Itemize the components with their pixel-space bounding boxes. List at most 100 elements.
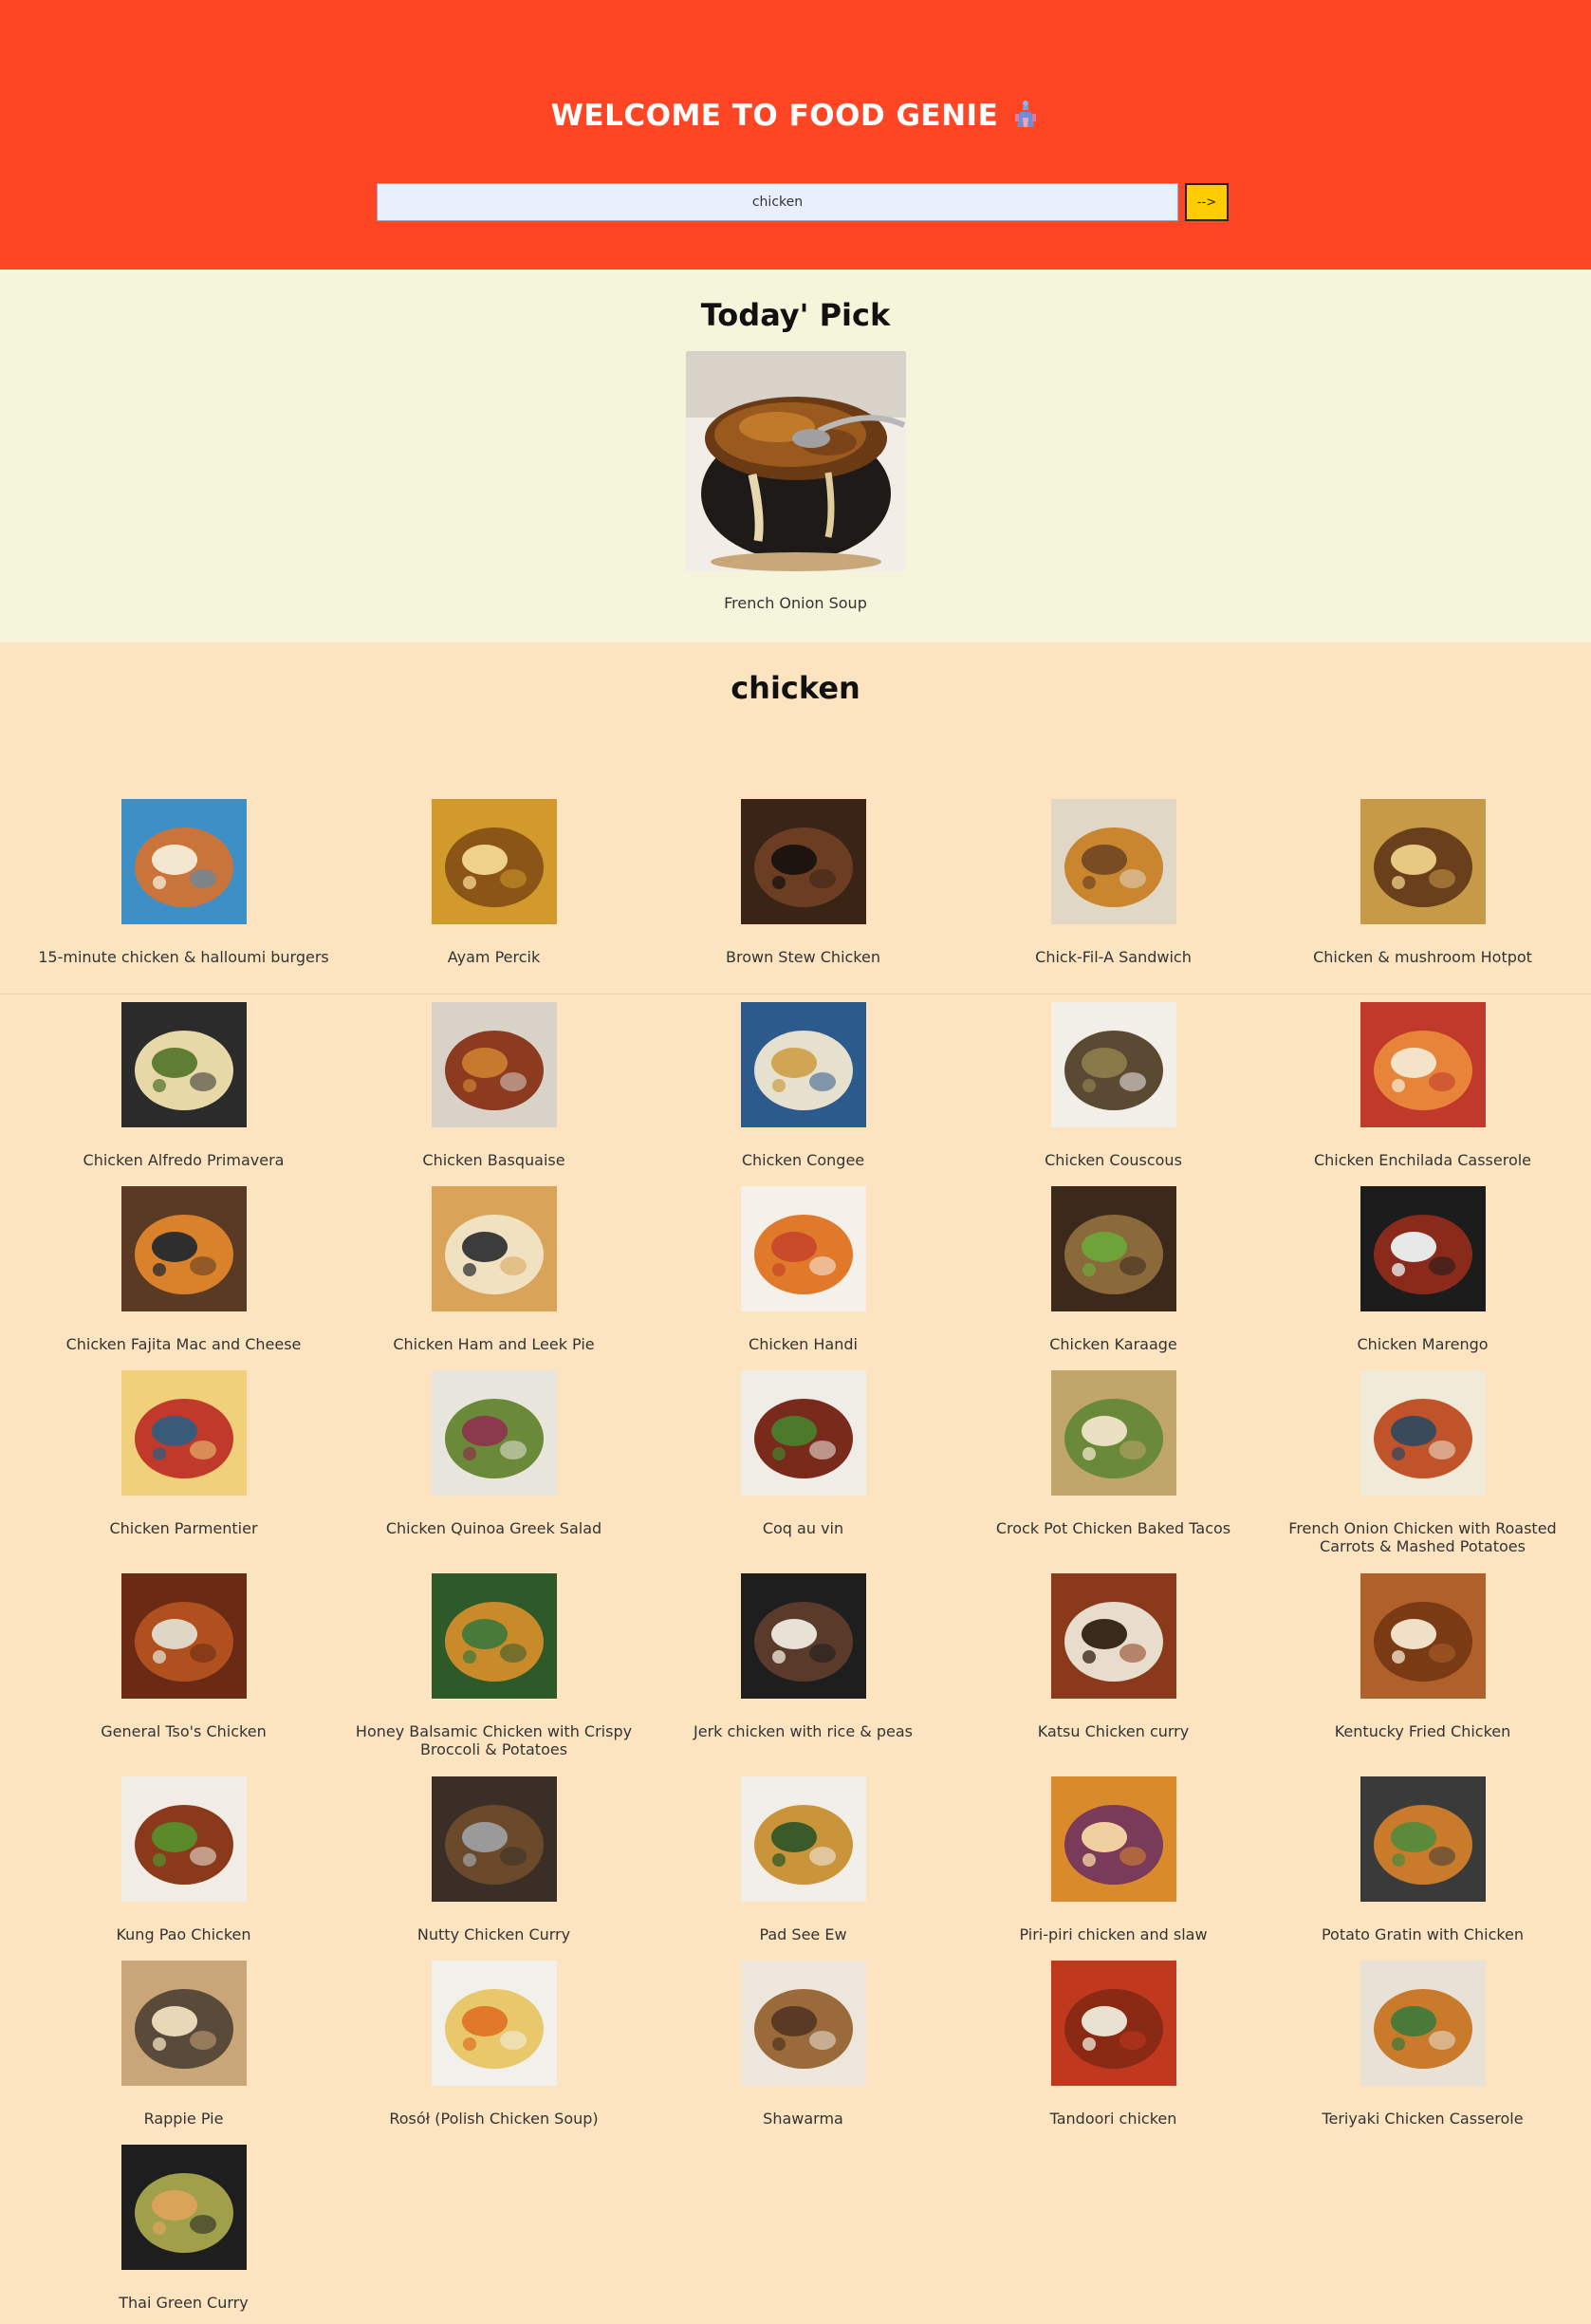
- recipe-name[interactable]: Piri-piri chicken and slaw: [958, 1925, 1268, 1943]
- recipe-image[interactable]: [120, 1961, 247, 2086]
- recipe-name[interactable]: Chicken Karaage: [958, 1335, 1268, 1353]
- recipe-image[interactable]: [740, 1961, 866, 2086]
- recipe-image[interactable]: [1050, 1002, 1176, 1127]
- recipe-image[interactable]: [740, 1573, 866, 1699]
- recipe-image[interactable]: [1360, 1573, 1486, 1699]
- recipe-image[interactable]: [431, 1573, 557, 1699]
- recipe-name[interactable]: Chicken & mushroom Hotpot: [1267, 948, 1578, 966]
- recipe-card[interactable]: Chicken & mushroom Hotpot: [1267, 799, 1578, 966]
- recipe-image[interactable]: [120, 1776, 247, 1902]
- recipe-name[interactable]: French Onion Chicken with Roasted Carrot…: [1267, 1519, 1578, 1555]
- recipe-card[interactable]: Chick-Fil-A Sandwich: [958, 799, 1268, 966]
- recipe-name[interactable]: Ayam Percik: [339, 948, 649, 966]
- todays-pick-image[interactable]: [685, 351, 906, 571]
- recipe-name[interactable]: Kung Pao Chicken: [28, 1925, 339, 1943]
- recipe-card[interactable]: Crock Pot Chicken Baked Tacos: [958, 1370, 1268, 1537]
- recipe-image[interactable]: [431, 1961, 557, 2086]
- recipe-card[interactable]: Chicken Ham and Leek Pie: [339, 1186, 649, 1353]
- recipe-name[interactable]: Thai Green Curry: [28, 2294, 339, 2312]
- recipe-card[interactable]: Nutty Chicken Curry: [339, 1776, 649, 1943]
- recipe-card[interactable]: Chicken Karaage: [958, 1186, 1268, 1353]
- recipe-card[interactable]: Rappie Pie: [28, 1961, 339, 2128]
- recipe-card[interactable]: Chicken Parmentier: [28, 1370, 339, 1537]
- todays-pick-name[interactable]: French Onion Soup: [0, 594, 1591, 612]
- recipe-name[interactable]: Chicken Fajita Mac and Cheese: [28, 1335, 339, 1353]
- recipe-name[interactable]: Chicken Ham and Leek Pie: [339, 1335, 649, 1353]
- recipe-name[interactable]: Rappie Pie: [28, 2110, 339, 2128]
- recipe-image[interactable]: [120, 1186, 247, 1311]
- search-button[interactable]: -->: [1185, 183, 1229, 221]
- recipe-name[interactable]: Chicken Marengo: [1267, 1335, 1578, 1353]
- recipe-name[interactable]: Brown Stew Chicken: [648, 948, 958, 966]
- recipe-image[interactable]: [431, 799, 557, 924]
- recipe-image[interactable]: [1360, 1776, 1486, 1902]
- recipe-card[interactable]: Chicken Congee: [648, 1002, 958, 1169]
- recipe-name[interactable]: Chicken Enchilada Casserole: [1267, 1151, 1578, 1169]
- recipe-image[interactable]: [120, 799, 247, 924]
- recipe-card[interactable]: Chicken Handi: [648, 1186, 958, 1353]
- recipe-name[interactable]: Coq au vin: [648, 1519, 958, 1537]
- recipe-image[interactable]: [740, 1776, 866, 1902]
- recipe-image[interactable]: [431, 1776, 557, 1902]
- recipe-name[interactable]: Chick-Fil-A Sandwich: [958, 948, 1268, 966]
- recipe-card[interactable]: Chicken Fajita Mac and Cheese: [28, 1186, 339, 1353]
- recipe-card[interactable]: Honey Balsamic Chicken with Crispy Brocc…: [339, 1573, 649, 1758]
- recipe-image[interactable]: [740, 1370, 866, 1496]
- recipe-image[interactable]: [1360, 1002, 1486, 1127]
- recipe-image[interactable]: [1360, 1370, 1486, 1496]
- recipe-card[interactable]: Katsu Chicken curry: [958, 1573, 1268, 1740]
- recipe-card[interactable]: 15-minute chicken & halloumi burgers: [28, 799, 339, 966]
- recipe-card[interactable]: Chicken Couscous: [958, 1002, 1268, 1169]
- recipe-image[interactable]: [1360, 1186, 1486, 1311]
- recipe-card[interactable]: Chicken Enchilada Casserole: [1267, 1002, 1578, 1169]
- recipe-card[interactable]: Shawarma: [648, 1961, 958, 2128]
- recipe-image[interactable]: [120, 1370, 247, 1496]
- recipe-card[interactable]: Kung Pao Chicken: [28, 1776, 339, 1943]
- recipe-image[interactable]: [120, 2145, 247, 2270]
- recipe-image[interactable]: [1050, 799, 1176, 924]
- recipe-name[interactable]: Chicken Couscous: [958, 1151, 1268, 1169]
- recipe-card[interactable]: Chicken Quinoa Greek Salad: [339, 1370, 649, 1537]
- recipe-image[interactable]: [1050, 1370, 1176, 1496]
- recipe-card[interactable]: Chicken Marengo: [1267, 1186, 1578, 1353]
- recipe-image[interactable]: [120, 1573, 247, 1699]
- recipe-name[interactable]: Chicken Congee: [648, 1151, 958, 1169]
- recipe-card[interactable]: Thai Green Curry: [28, 2145, 339, 2312]
- recipe-name[interactable]: Chicken Parmentier: [28, 1519, 339, 1537]
- recipe-card[interactable]: Pad See Ew: [648, 1776, 958, 1943]
- recipe-name[interactable]: Kentucky Fried Chicken: [1267, 1722, 1578, 1740]
- recipe-name[interactable]: Honey Balsamic Chicken with Crispy Brocc…: [339, 1722, 649, 1758]
- recipe-name[interactable]: Jerk chicken with rice & peas: [648, 1722, 958, 1740]
- recipe-name[interactable]: Shawarma: [648, 2110, 958, 2128]
- recipe-image[interactable]: [431, 1002, 557, 1127]
- recipe-image[interactable]: [1050, 1573, 1176, 1699]
- recipe-name[interactable]: Teriyaki Chicken Casserole: [1267, 2110, 1578, 2128]
- search-input[interactable]: [377, 183, 1178, 221]
- recipe-name[interactable]: Tandoori chicken: [958, 2110, 1268, 2128]
- recipe-card[interactable]: General Tso's Chicken: [28, 1573, 339, 1740]
- recipe-card[interactable]: Chicken Alfredo Primavera: [28, 1002, 339, 1169]
- recipe-image[interactable]: [431, 1186, 557, 1311]
- recipe-card[interactable]: Kentucky Fried Chicken: [1267, 1573, 1578, 1740]
- recipe-name[interactable]: Pad See Ew: [648, 1925, 958, 1943]
- recipe-image[interactable]: [740, 799, 866, 924]
- recipe-image[interactable]: [740, 1186, 866, 1311]
- recipe-image[interactable]: [431, 1370, 557, 1496]
- recipe-name[interactable]: Chicken Alfredo Primavera: [28, 1151, 339, 1169]
- recipe-card[interactable]: Rosół (Polish Chicken Soup): [339, 1961, 649, 2128]
- recipe-image[interactable]: [1360, 799, 1486, 924]
- recipe-name[interactable]: Chicken Basquaise: [339, 1151, 649, 1169]
- recipe-image[interactable]: [1360, 1961, 1486, 2086]
- recipe-image[interactable]: [1050, 1776, 1176, 1902]
- recipe-name[interactable]: Crock Pot Chicken Baked Tacos: [958, 1519, 1268, 1537]
- recipe-name[interactable]: Rosół (Polish Chicken Soup): [339, 2110, 649, 2128]
- recipe-card[interactable]: Tandoori chicken: [958, 1961, 1268, 2128]
- recipe-card[interactable]: Jerk chicken with rice & peas: [648, 1573, 958, 1740]
- recipe-card[interactable]: Coq au vin: [648, 1370, 958, 1537]
- recipe-card[interactable]: Chicken Basquaise: [339, 1002, 649, 1169]
- recipe-image[interactable]: [1050, 1186, 1176, 1311]
- recipe-name[interactable]: Chicken Quinoa Greek Salad: [339, 1519, 649, 1537]
- recipe-name[interactable]: Potato Gratin with Chicken: [1267, 1925, 1578, 1943]
- recipe-card[interactable]: Piri-piri chicken and slaw: [958, 1776, 1268, 1943]
- recipe-image[interactable]: [120, 1002, 247, 1127]
